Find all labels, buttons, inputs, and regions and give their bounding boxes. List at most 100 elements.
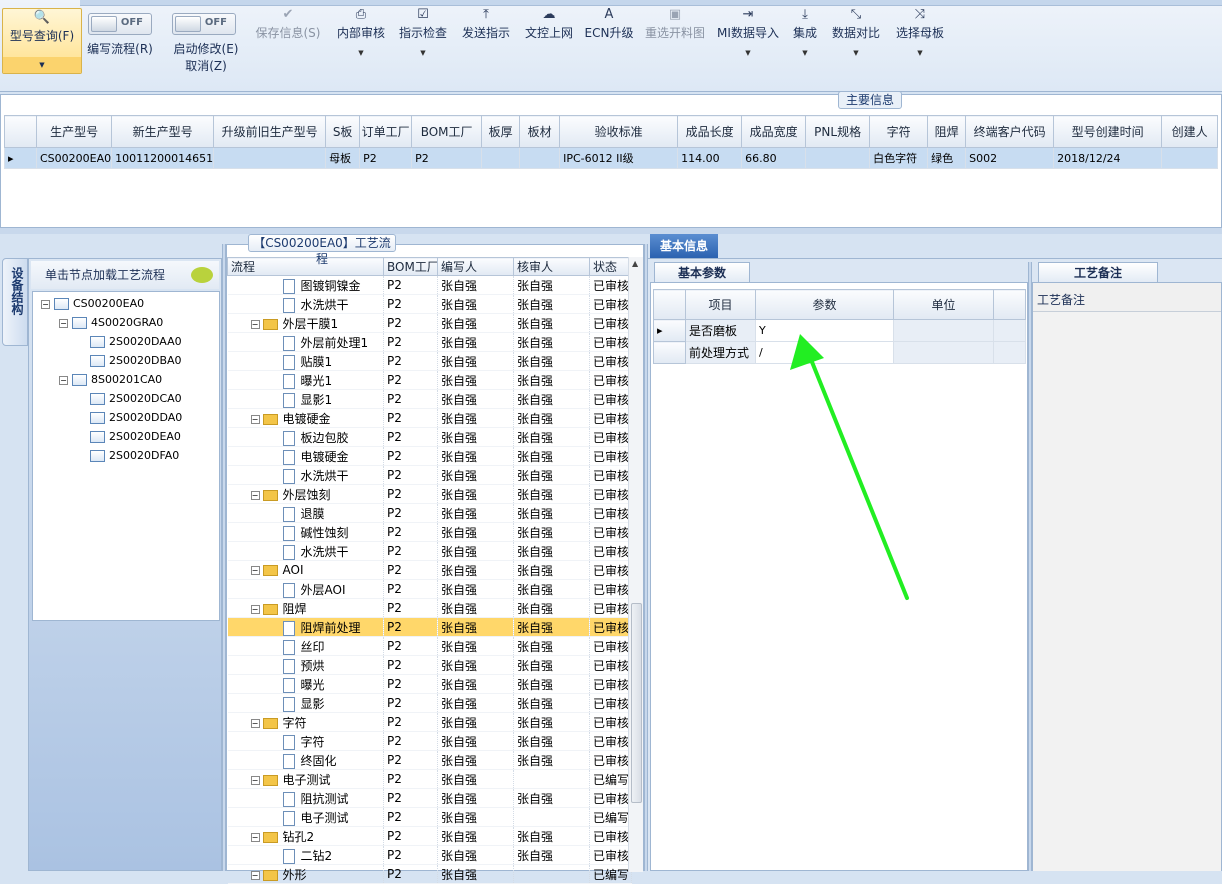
ribbon-button-7[interactable]: ☁ 文控上网 (520, 6, 578, 66)
process-scrollbar[interactable]: ▲ (628, 257, 643, 872)
process-name-cell[interactable]: − AOI (227, 560, 384, 580)
tab-basic-info[interactable]: 基本信息 (650, 234, 718, 258)
ribbon-button-11[interactable]: ⤓ 集成 ▼ (786, 6, 824, 66)
toggle-switch[interactable]: OFF (172, 13, 236, 35)
column-header[interactable]: 新生产型号 (111, 115, 215, 148)
process-bom-cell[interactable]: P2 (383, 693, 438, 713)
tree-node[interactable]: − 4S0020GRA0 (59, 315, 163, 331)
column-header[interactable]: 验收标准 (559, 115, 679, 148)
process-bom-cell[interactable]: P2 (383, 332, 438, 352)
process-reviewer-cell[interactable]: 张自强 (513, 294, 590, 314)
column-header[interactable]: 成品宽度 (741, 115, 807, 148)
process-row[interactable]: − 钻孔2 P2 张自强 张自强 已审核 (227, 826, 632, 846)
process-status-cell[interactable]: 已审核 (589, 370, 632, 390)
column-header[interactable]: 字符 (869, 115, 929, 148)
process-row[interactable]: − 外形 P2 张自强 已编写 (227, 864, 632, 884)
process-reviewer-cell[interactable]: 张自强 (513, 408, 590, 428)
dropdown-arrow-icon[interactable]: ▼ (892, 49, 948, 57)
process-status-cell[interactable]: 已编写 (589, 807, 632, 827)
process-row[interactable]: 水洗烘干 P2 张自强 张自强 已审核 (227, 465, 632, 485)
process-reviewer-cell[interactable]: 张自强 (513, 598, 590, 618)
process-status-cell[interactable]: 已审核 (589, 313, 632, 333)
process-writer-cell[interactable]: 张自强 (437, 313, 514, 333)
process-row[interactable]: − 外层蚀刻 P2 张自强 张自强 已审核 (227, 484, 632, 504)
table-cell[interactable]: CS00200EA0 (35, 147, 113, 169)
process-bom-cell[interactable]: P2 (383, 845, 438, 865)
process-writer-cell[interactable]: 张自强 (437, 674, 514, 694)
process-writer-cell[interactable]: 张自强 (437, 864, 514, 884)
expand-collapse-icon[interactable]: − (250, 775, 260, 785)
process-name-cell[interactable]: 贴膜1 (227, 351, 384, 371)
tab-basic-params[interactable]: 基本参数 (654, 262, 750, 282)
column-header[interactable]: 阻焊 (927, 115, 967, 148)
process-name-cell[interactable]: 水洗烘干 (227, 294, 384, 314)
process-status-cell[interactable]: 已审核 (589, 389, 632, 409)
process-name-cell[interactable]: − 钻孔2 (227, 826, 384, 846)
process-writer-cell[interactable]: 张自强 (437, 769, 514, 789)
process-reviewer-cell[interactable]: 张自强 (513, 351, 590, 371)
process-status-cell[interactable]: 已审核 (589, 275, 632, 295)
process-bom-cell[interactable]: P2 (383, 579, 438, 599)
process-row[interactable]: 预烘 P2 张自强 张自强 已审核 (227, 655, 632, 675)
process-status-cell[interactable]: 已审核 (589, 655, 632, 675)
process-writer-cell[interactable]: 张自强 (437, 408, 514, 428)
tree-node[interactable]: 2S0020DCA0 (77, 391, 182, 407)
process-row[interactable]: 板边包胶 P2 张自强 张自强 已审核 (227, 427, 632, 447)
column-header[interactable]: 参数 (755, 289, 894, 320)
tab-process-remark[interactable]: 工艺备注 (1038, 262, 1158, 282)
process-writer-cell[interactable]: 张自强 (437, 731, 514, 751)
tree-node[interactable]: 2S0020DAA0 (77, 334, 182, 350)
process-reviewer-cell[interactable]: 张自强 (513, 370, 590, 390)
process-reviewer-cell[interactable]: 张自强 (513, 655, 590, 675)
ribbon-button-6[interactable]: ⤒ 发送指示 (456, 6, 516, 66)
process-writer-cell[interactable]: 张自强 (437, 712, 514, 732)
tree-node[interactable]: 2S0020DDA0 (77, 410, 182, 426)
process-writer-cell[interactable]: 张自强 (437, 465, 514, 485)
process-status-cell[interactable]: 已审核 (589, 560, 632, 580)
table-cell[interactable]: 2018/12/24 (1053, 147, 1163, 169)
table-cell[interactable]: S002 (965, 147, 1055, 169)
process-bom-cell[interactable]: P2 (383, 351, 438, 371)
horizontal-splitter[interactable] (0, 228, 1222, 234)
table-cell[interactable] (1161, 147, 1219, 169)
process-writer-cell[interactable]: 张自强 (437, 598, 514, 618)
expand-collapse-icon[interactable]: − (41, 299, 50, 309)
process-reviewer-cell[interactable]: 张自强 (513, 465, 590, 485)
process-row[interactable]: 丝印 P2 张自强 张自强 已审核 (227, 636, 632, 656)
tree-node[interactable]: 2S0020DBA0 (77, 353, 182, 369)
process-row[interactable]: 阻焊前处理 P2 张自强 张自强 已审核 (227, 617, 632, 637)
process-status-cell[interactable]: 已审核 (589, 788, 632, 808)
expand-collapse-icon[interactable]: − (59, 375, 68, 385)
column-header[interactable]: PNL规格 (805, 115, 871, 148)
process-reviewer-cell[interactable]: 张自强 (513, 712, 590, 732)
tree-node[interactable]: 2S0020DEA0 (77, 429, 181, 445)
process-name-cell[interactable]: 终固化 (227, 750, 384, 770)
process-reviewer-cell[interactable]: 张自强 (513, 788, 590, 808)
model-query-button[interactable]: 🔍 型号查询(F) ▼ (2, 8, 82, 74)
process-bom-cell[interactable]: P2 (383, 484, 438, 504)
column-header[interactable]: 编写人 (437, 257, 514, 276)
table-cell[interactable]: 66.80 (741, 147, 807, 169)
table-cell[interactable]: 母板 (325, 147, 361, 169)
process-bom-cell[interactable]: P2 (383, 731, 438, 751)
process-name-cell[interactable]: 曝光 (227, 674, 384, 694)
process-name-cell[interactable]: 退膜 (227, 503, 384, 523)
column-header[interactable]: 订单工厂 (359, 115, 413, 148)
table-cell[interactable] (519, 147, 561, 169)
process-name-cell[interactable]: 显影 (227, 693, 384, 713)
tree-node[interactable]: 2S0020DFA0 (77, 448, 179, 464)
process-bom-cell[interactable]: P2 (383, 788, 438, 808)
process-bom-cell[interactable]: P2 (383, 674, 438, 694)
column-header[interactable]: 成品长度 (677, 115, 743, 148)
process-row[interactable]: − 字符 P2 张自强 张自强 已审核 (227, 712, 632, 732)
process-reviewer-cell[interactable]: 张自强 (513, 750, 590, 770)
process-row[interactable]: 终固化 P2 张自强 张自强 已审核 (227, 750, 632, 770)
process-row[interactable]: − 电子测试 P2 张自强 已编写 (227, 769, 632, 789)
process-row[interactable]: 水洗烘干 P2 张自强 张自强 已审核 (227, 541, 632, 561)
process-status-cell[interactable]: 已审核 (589, 503, 632, 523)
process-row[interactable]: 电镀硬金 P2 张自强 张自强 已审核 (227, 446, 632, 466)
param-unit-cell[interactable] (893, 319, 994, 342)
process-row[interactable]: 外层前处理1 P2 张自强 张自强 已审核 (227, 332, 632, 352)
process-writer-cell[interactable]: 张自强 (437, 541, 514, 561)
table-cell[interactable]: 绿色 (927, 147, 967, 169)
